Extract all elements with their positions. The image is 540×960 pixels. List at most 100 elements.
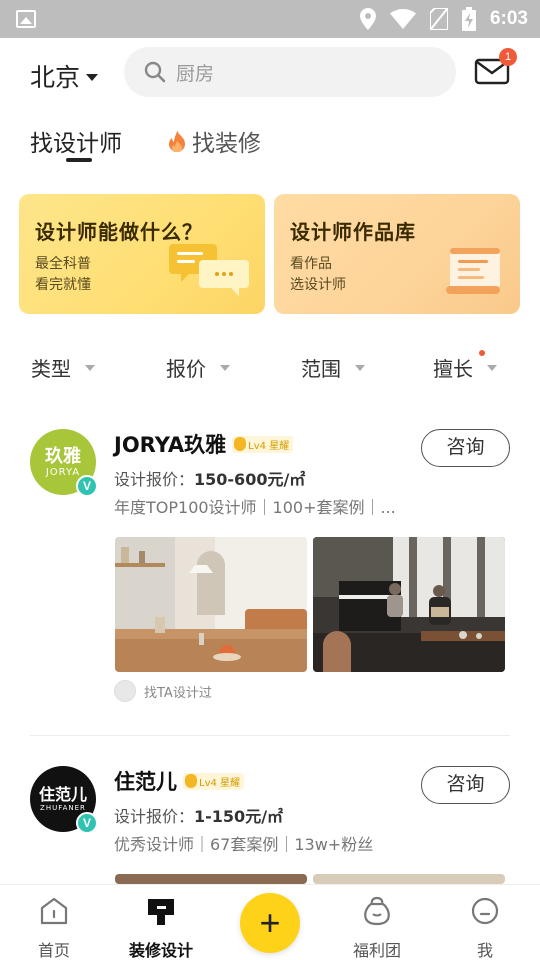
- designer-name[interactable]: 住范儿 Lv4 星耀: [114, 766, 245, 796]
- banner-designer-portfolio[interactable]: 设计师作品库 看作品 选设计师: [274, 194, 520, 314]
- portfolio-photo[interactable]: [115, 874, 307, 884]
- filter-label: 擅长: [433, 357, 473, 381]
- caret-down-icon: [487, 364, 497, 371]
- price-value: 150-600元/㎡: [194, 470, 306, 489]
- profile-icon: [471, 897, 499, 925]
- bottom-nav: 首页 装修设计 + 福利团 我: [0, 884, 540, 960]
- tab-find-designer[interactable]: 找设计师: [30, 124, 122, 158]
- avatar-logo-subtext: JORYA: [45, 466, 81, 478]
- location-icon: [359, 8, 376, 30]
- dining-room-photo: [115, 537, 307, 672]
- tab-find-renovation[interactable]: 找装修: [168, 124, 261, 158]
- portfolio-photo[interactable]: [313, 874, 505, 884]
- avatar-logo-subtext: ZHUFANER: [40, 804, 86, 812]
- banner-subtitle-line: 看作品: [290, 256, 332, 272]
- banner-subtitle-line: 看完就懂: [35, 277, 91, 293]
- chevron-down-icon: [86, 73, 99, 81]
- add-button[interactable]: +: [240, 893, 300, 953]
- banner-subtitle: 最全科普 看完就懂: [35, 254, 91, 296]
- avatar-logo-text: 住范儿: [38, 785, 87, 804]
- nav-label: 福利团: [352, 941, 401, 960]
- plus-icon: +: [259, 902, 281, 943]
- nav-design[interactable]: 装修设计: [121, 895, 201, 960]
- banner-what-designers-do[interactable]: 设计师能做什么？ 最全科普 看完就懂: [19, 194, 265, 314]
- design-icon: [148, 899, 174, 925]
- nav-label: 我: [476, 941, 493, 960]
- tab-find-renovation-label: 找装修: [192, 131, 261, 157]
- header: 北京 厨房 1: [0, 38, 540, 110]
- avatar[interactable]: 住范儿 ZHUFANER V: [30, 766, 98, 834]
- search-input[interactable]: 厨房: [124, 47, 456, 97]
- piano-room-photo: [313, 537, 505, 672]
- nav-me[interactable]: 我: [445, 895, 525, 960]
- status-bar: 6:03: [0, 0, 540, 38]
- chat-bubbles-icon: [169, 244, 249, 296]
- battery-charging-icon: [461, 7, 476, 31]
- banner-title: 设计师作品库: [290, 220, 416, 244]
- found-by-text: 找TA设计过: [144, 685, 212, 701]
- filter-scope[interactable]: 范围: [301, 353, 365, 382]
- level-badge: Lv4 星耀: [183, 772, 245, 790]
- designer-card[interactable]: 玖雅 JORYA V JORYA玖雅 Lv4 星耀 咨询 设计报价：150-60…: [0, 420, 540, 736]
- gallery-notification-icon: [16, 10, 36, 28]
- banner-title: 设计师能做什么？: [35, 220, 203, 244]
- no-sim-icon: [429, 8, 448, 30]
- designer-name[interactable]: JORYA玖雅 Lv4 星耀: [114, 429, 294, 459]
- nav-home[interactable]: 首页: [14, 895, 94, 960]
- user-avatar-icon: [114, 680, 136, 702]
- designer-name-text: 住范儿: [114, 770, 177, 794]
- level-text: Lv4 星耀: [248, 440, 290, 452]
- mail-badge: 1: [499, 48, 517, 66]
- price-label: 设计报价：: [114, 470, 195, 489]
- design-price: 设计报价：150-600元/㎡: [114, 466, 305, 490]
- designer-tags: 优秀设计师｜67套案例｜13w+粉丝: [114, 835, 374, 854]
- verified-icon: V: [76, 475, 98, 497]
- divider: [30, 735, 510, 736]
- price-label: 设计报价：: [114, 807, 195, 826]
- city-selector[interactable]: 北京: [30, 58, 99, 94]
- consult-button[interactable]: 咨询: [421, 429, 510, 467]
- scroll-document-icon: [446, 248, 500, 294]
- medal-icon: [234, 437, 247, 451]
- price-value: 1-150元/㎡: [194, 807, 284, 826]
- level-badge: Lv4 星耀: [232, 435, 294, 453]
- nav-label: 装修设计: [128, 941, 193, 960]
- banner-subtitle-line: 最全科普: [35, 256, 91, 272]
- portfolio-photo[interactable]: [313, 537, 505, 672]
- filter-label: 报价: [166, 357, 206, 381]
- verified-icon: V: [76, 812, 98, 834]
- clock: 6:03: [489, 8, 528, 29]
- designer-card[interactable]: 住范儿 ZHUFANER V 住范儿 Lv4 星耀 咨询 设计报价：1-150元…: [0, 757, 540, 884]
- filter-type[interactable]: 类型: [31, 353, 95, 382]
- consult-button[interactable]: 咨询: [421, 766, 510, 804]
- city-name: 北京: [30, 63, 81, 92]
- level-text: Lv4 星耀: [199, 777, 241, 789]
- search-placeholder: 厨房: [176, 62, 215, 85]
- new-indicator-dot: [479, 350, 485, 356]
- design-price: 设计报价：1-150元/㎡: [114, 803, 283, 827]
- banner-subtitle: 看作品 选设计师: [290, 254, 346, 296]
- filter-bar: 类型 报价 范围 擅长: [0, 345, 540, 389]
- filter-label: 类型: [31, 357, 71, 381]
- search-icon: [144, 61, 166, 83]
- flame-icon: [169, 130, 185, 152]
- caret-down-icon: [85, 364, 95, 371]
- avatar[interactable]: 玖雅 JORYA V: [30, 429, 98, 497]
- medal-icon: [185, 774, 197, 788]
- designer-name-text: JORYA玖雅: [114, 433, 227, 457]
- nav-label: 首页: [37, 941, 70, 960]
- caret-down-icon: [355, 364, 365, 371]
- filter-specialty[interactable]: 擅长: [433, 353, 497, 382]
- filter-price[interactable]: 报价: [166, 353, 230, 382]
- home-icon: [40, 897, 68, 925]
- gift-bag-icon: [364, 896, 390, 926]
- banner-subtitle-line: 选设计师: [290, 277, 346, 293]
- caret-down-icon: [220, 364, 230, 371]
- active-tab-indicator: [66, 158, 92, 162]
- portfolio-photo[interactable]: [115, 537, 307, 672]
- designer-tags: 年度TOP100设计师｜100+套案例｜...: [114, 498, 396, 517]
- avatar-logo-text: 玖雅: [45, 445, 81, 467]
- tab-bar: 找设计师 找装修: [0, 118, 540, 168]
- nav-welfare[interactable]: 福利团: [337, 895, 417, 960]
- found-by-row: 找TA设计过: [114, 680, 212, 702]
